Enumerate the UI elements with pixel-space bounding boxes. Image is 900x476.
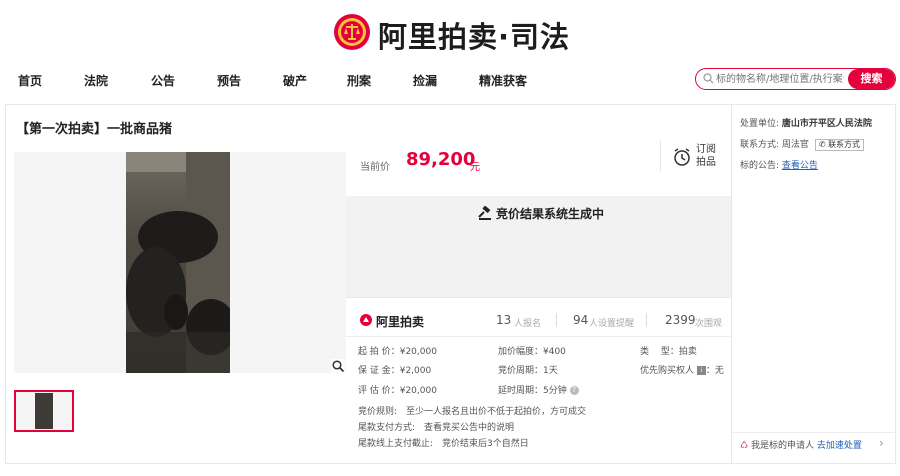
registrations-count: 13 — [496, 313, 512, 327]
bid-increment: 加价幅度：¥400 — [498, 347, 566, 357]
bidding-cycle: 竞价周期：1天 — [498, 366, 558, 376]
view-notice-link[interactable]: 查看公告 — [782, 161, 818, 171]
help-icon[interactable]: ? — [569, 386, 579, 395]
ali-auction-logo-icon — [360, 314, 372, 326]
auction-status: 竞价结果系统生成中 — [496, 207, 605, 221]
details-divider — [346, 336, 731, 337]
views-label: 次围观 — [695, 319, 723, 329]
start-price: 起 拍 价：¥20,000 — [358, 347, 437, 357]
search-box: 搜索 — [695, 68, 896, 90]
applicant-divider — [731, 432, 896, 433]
payment-method: 尾款支付方式: 查看竞买公告中的说明 — [358, 423, 515, 433]
reminders-label: 人设置提醒 — [589, 319, 635, 329]
alarm-clock-icon[interactable] — [672, 147, 692, 167]
pigs-image — [126, 152, 230, 373]
notice-label: 标的公告: — [740, 161, 780, 171]
views-count: 2399 — [665, 313, 696, 327]
stat-divider — [556, 313, 557, 327]
nav-item-notices[interactable]: 公告 — [151, 72, 175, 89]
court-emblem-icon — [334, 14, 370, 50]
photo-thumbnail[interactable] — [14, 390, 74, 432]
item-photo[interactable] — [126, 152, 230, 373]
delay-period-text: 延时周期：5分钟 — [498, 386, 567, 396]
search-icon — [703, 73, 714, 84]
priority-buyer-value: ：无 — [705, 366, 724, 376]
nav-item-courts[interactable]: 法院 — [84, 72, 108, 89]
contact-label: 联系方式: — [740, 140, 780, 150]
disposal-unit: 处置单位: 唐山市开平区人民法院 — [740, 116, 872, 129]
gavel-icon — [478, 206, 491, 220]
bidding-rule: 竞价规则: 至少一人报名且出价不低于起拍价，方可成交 — [358, 407, 587, 417]
stats-divider — [346, 297, 731, 298]
current-price: 89,200 — [406, 149, 476, 170]
auction-type-value: 拍卖 — [678, 347, 697, 357]
nav-item-home[interactable]: 首页 — [18, 72, 42, 89]
nav-item-leads[interactable]: 精准获客 — [479, 72, 527, 89]
nav-item-bankruptcy[interactable]: 破产 — [283, 72, 307, 89]
subscribe-divider — [660, 140, 661, 172]
contact-button[interactable]: ✆ 联系方式 — [814, 139, 865, 151]
auction-type-label: 类 型： — [640, 347, 679, 357]
payment-deadline: 尾款线上支付截止: 竞价结束后3个自然日 — [358, 439, 529, 449]
phone-icon: ✆ — [818, 140, 826, 149]
current-price-label: 当前价 — [360, 162, 390, 173]
delay-period: 延时周期：5分钟 ? — [498, 383, 579, 396]
nav-item-bargains[interactable]: 捡漏 — [413, 72, 437, 89]
priority-buyer-label: 优先购买权人 — [640, 366, 695, 376]
applicant-text: 我是标的申请人 — [750, 441, 814, 451]
contact-button-label: 联系方式 — [828, 140, 861, 149]
disposal-unit-value[interactable]: 唐山市开平区人民法院 — [782, 119, 872, 129]
chevron-right-icon[interactable]: › — [879, 436, 884, 450]
accelerate-link[interactable]: 去加速处置 — [817, 441, 862, 451]
nav-item-criminal[interactable]: 刑案 — [347, 72, 371, 89]
registrations-label: 人报名 — [514, 319, 542, 329]
price-unit: 元 — [470, 162, 480, 173]
item-notice: 标的公告: 查看公告 — [740, 158, 818, 171]
info-badge-icon[interactable]: i — [696, 366, 706, 375]
disposal-unit-label: 处置单位: — [740, 119, 780, 129]
contact-name: 周法官 — [781, 140, 809, 150]
search-button[interactable]: 搜索 — [848, 69, 895, 89]
nav-item-previews[interactable]: 预告 — [217, 72, 241, 89]
brand-logo[interactable]: 阿里拍卖·司法 — [378, 14, 570, 56]
side-divider — [731, 104, 732, 464]
zoom-icon[interactable] — [331, 359, 345, 373]
contact-info: 联系方式: 周法官 ✆ 联系方式 — [740, 137, 865, 151]
stat-divider — [646, 313, 647, 327]
header-logo-bar: 阿里拍卖·司法 — [0, 0, 900, 64]
priority-buyer: 优先购买权人 i ：无 — [640, 363, 724, 376]
item-title: 【第一次拍卖】一批商品猪 — [16, 122, 173, 137]
platform-logo: 阿里拍卖 — [376, 315, 425, 329]
search-input[interactable] — [716, 71, 844, 87]
reminders-count: 94 — [573, 313, 589, 327]
subscribe-button[interactable]: 订阅拍品 — [696, 143, 718, 169]
thumbnail-image — [35, 393, 53, 429]
appraisal-price: 评 估 价：¥20,000 — [358, 386, 437, 396]
auction-type: 类 型：拍卖 — [640, 344, 697, 357]
applicant-banner[interactable]: ♺ 我是标的申请人 去加速处置 — [740, 438, 862, 451]
applicant-icon: ♺ — [740, 441, 749, 451]
deposit: 保 证 金：¥2,000 — [358, 366, 432, 376]
